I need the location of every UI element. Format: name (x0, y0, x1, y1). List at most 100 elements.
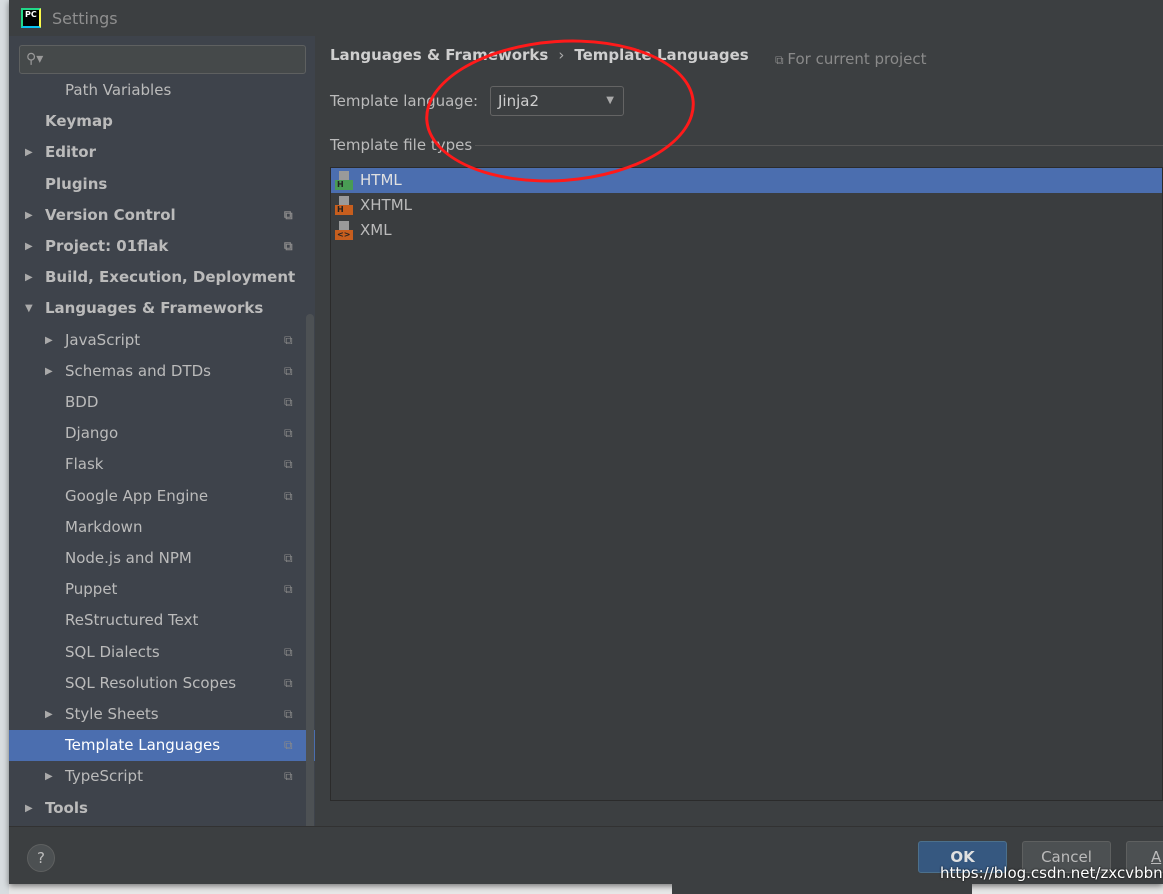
file-type-row[interactable]: <> XML (331, 218, 1162, 243)
help-button[interactable]: ? (27, 844, 55, 872)
file-type-name: XHTML (360, 196, 413, 214)
project-scope-icon: ⧉ (284, 395, 293, 409)
tree-item-label: Plugins (45, 174, 108, 193)
background-window (0, 0, 9, 894)
tree-item-label: Flask (65, 455, 104, 474)
pycharm-logo-icon: PC (21, 8, 41, 28)
tree-item-label: Keymap (45, 112, 113, 131)
tree-item[interactable]: BDD ⧉ (9, 387, 315, 418)
chevron-down-icon[interactable]: ▼ (25, 293, 33, 324)
project-scope-icon: ⧉ (284, 551, 293, 565)
tree-item-label: Tools (45, 798, 88, 817)
search-input[interactable]: ⚲▾ (19, 45, 306, 74)
project-scope-icon: ⧉ (284, 675, 293, 690)
tree-item-label: Version Control (45, 205, 176, 224)
project-scope-icon: ⧉ (284, 363, 293, 378)
project-scope-icon: ⧉ (284, 426, 293, 441)
tree-item[interactable]: ▶ Style Sheets ⧉ (9, 699, 315, 730)
tree-item[interactable]: ▶ TypeScript ⧉ (9, 761, 315, 792)
template-language-value: Jinja2 (498, 92, 540, 110)
tree-item-label: Project: 01flak (45, 237, 169, 255)
tree-item[interactable]: Template Languages ⧉ (9, 730, 315, 762)
title-bar: PC Settings (9, 0, 1163, 36)
project-scope-icon: ⧉ (284, 488, 293, 503)
breadcrumb-separator: › (558, 46, 565, 64)
tree-item-label: Style Sheets (65, 705, 159, 723)
chevron-right-icon[interactable]: ▶ (45, 699, 53, 730)
tree-item[interactable]: Django ⧉ (9, 418, 315, 449)
chevron-right-icon[interactable]: ▶ (45, 356, 53, 387)
tree-item[interactable]: Google App Engine ⧉ (9, 481, 315, 512)
tree-item[interactable]: ReStructured Text (9, 605, 315, 636)
project-scope-icon: ⧉ (284, 644, 293, 659)
main-panel: Languages & Frameworks › Template Language… (315, 36, 1163, 826)
tree-item-label: SQL Dialects (65, 642, 160, 661)
tree-item[interactable]: ▶ Project: 01flak ⧉ (9, 231, 315, 262)
tree-item-label: Puppet (65, 580, 118, 599)
for-current-project: ⧉ For current project (775, 50, 927, 68)
template-file-types-label: Template file types (330, 136, 473, 154)
project-scope-icon: ⧉ (775, 53, 788, 67)
chevron-right-icon[interactable]: ▶ (25, 137, 33, 168)
tree-item-label: Build, Execution, Deployment (45, 268, 296, 287)
project-scope-icon: ⧉ (284, 707, 293, 721)
tree-item-label: Markdown (65, 517, 143, 536)
chevron-right-icon[interactable]: ▶ (45, 761, 53, 792)
chevron-right-icon[interactable]: ▶ (25, 231, 33, 262)
tree-item[interactable]: SQL Resolution Scopes ⧉ (9, 668, 315, 699)
file-type-row[interactable]: H HTML (331, 168, 1162, 193)
chevron-right-icon[interactable]: ▶ (25, 262, 33, 293)
tree-item[interactable]: Markdown (9, 512, 315, 543)
sidebar-scrollbar[interactable] (306, 314, 314, 862)
file-type-icon: <> (335, 221, 353, 240)
chevron-right-icon[interactable]: ▶ (25, 200, 33, 231)
file-type-row[interactable]: H XHTML (331, 193, 1162, 218)
tree-item[interactable]: Node.js and NPM ⧉ (9, 543, 315, 574)
file-type-icon: H (335, 171, 353, 190)
tree-item-label: Path Variables (65, 81, 172, 99)
settings-sidebar: ⚲▾ Path Variables Keymap ▶ Editor Plugins ▶ Ve… (9, 36, 315, 862)
tree-item[interactable]: ▶ Build, Execution, Deployment (9, 262, 315, 293)
project-scope-icon: ⧉ (284, 738, 293, 753)
search-icon: ⚲▾ (26, 51, 44, 67)
tree-item[interactable]: ▶ Editor (9, 137, 315, 168)
project-scope-icon: ⧉ (284, 457, 293, 472)
tree-item-label: Node.js and NPM (65, 549, 192, 567)
tree-item[interactable]: Plugins (9, 169, 315, 200)
tree-item[interactable]: Puppet ⧉ (9, 574, 315, 605)
tree-item-label: Languages & Frameworks (45, 299, 264, 318)
chevron-down-icon: ▼ (606, 95, 614, 106)
background-status-bar (672, 884, 972, 894)
chevron-right-icon[interactable]: ▶ (25, 793, 33, 824)
tree-item[interactable]: ▶ Tools (9, 793, 315, 824)
tree-item[interactable]: Flask ⧉ (9, 449, 315, 480)
tree-item-label: Google App Engine (65, 486, 209, 505)
tree-item-label: SQL Resolution Scopes (65, 673, 237, 692)
project-scope-icon: ⧉ (284, 207, 293, 222)
tree-item-label: JavaScript (65, 330, 141, 349)
file-types-list: H HTML H XHTML <> XML (330, 167, 1163, 801)
project-scope-icon: ⧉ (284, 239, 293, 253)
tree-item[interactable]: ▶ Version Control ⧉ (9, 200, 315, 231)
template-language-select[interactable]: Jinja2 ▼ (490, 86, 624, 116)
tree-item-label: ReStructured Text (65, 611, 199, 630)
tree-item-label: Template Languages (65, 736, 221, 755)
file-type-name: XML (360, 221, 392, 239)
tree-item[interactable]: ▶ JavaScript ⧉ (9, 325, 315, 356)
breadcrumb-item[interactable]: Languages & Frameworks (330, 46, 548, 64)
divider (475, 145, 1163, 146)
tree-item[interactable]: ▼ Languages & Frameworks (9, 293, 315, 324)
tree-item[interactable]: ▶ Schemas and DTDs ⧉ (9, 356, 315, 387)
settings-dialog: PC Settings ⚲▾ Path Variables Keymap ▶ Edit… (9, 0, 1163, 884)
project-scope-icon: ⧉ (284, 332, 293, 347)
tree-item[interactable]: SQL Dialects ⧉ (9, 637, 315, 668)
tree-item-label: TypeScript (65, 767, 143, 786)
tree-item-label: Django (65, 424, 119, 443)
chevron-right-icon[interactable]: ▶ (45, 325, 53, 356)
project-scope-icon: ⧉ (284, 582, 293, 597)
tree-item[interactable]: Path Variables (9, 75, 315, 106)
for-current-project-label: For current project (787, 50, 927, 68)
breadcrumb-item: Template Languages (574, 46, 749, 64)
tree-item[interactable]: Keymap (9, 106, 315, 137)
file-type-icon: H (335, 196, 353, 215)
